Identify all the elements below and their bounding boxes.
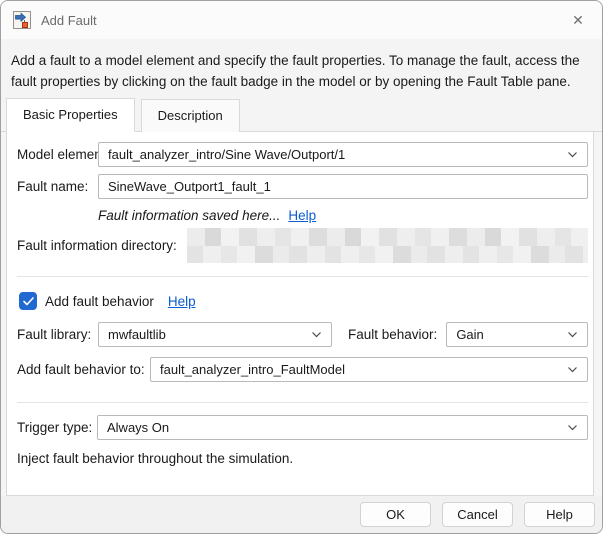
model-element-label: Model element: xyxy=(12,147,98,162)
chevron-down-icon xyxy=(567,151,578,158)
chevron-down-icon xyxy=(311,331,322,338)
help-button[interactable]: Help xyxy=(524,502,595,527)
tab-basic-properties[interactable]: Basic Properties xyxy=(6,98,135,132)
footer-bar: OK Cancel Help xyxy=(1,496,602,533)
add-fault-behavior-to-select[interactable]: fault_analyzer_intro_FaultModel xyxy=(150,357,588,382)
check-icon xyxy=(23,297,34,306)
basic-properties-panel: Model element: fault_analyzer_intro/Sine… xyxy=(6,132,594,496)
add-fault-behavior-label: Add fault behavior xyxy=(45,294,154,309)
fault-info-directory-value-redacted xyxy=(187,228,588,263)
ok-button[interactable]: OK xyxy=(360,502,431,527)
add-fault-behavior-to-label: Add fault behavior to: xyxy=(12,362,150,377)
intro-text: Add a fault to a model element and speci… xyxy=(1,39,602,96)
fault-info-directory-label: Fault information directory: xyxy=(12,238,177,253)
chevron-down-icon xyxy=(567,424,578,431)
tab-description[interactable]: Description xyxy=(141,99,240,132)
trigger-type-label: Trigger type: xyxy=(12,420,97,435)
fault-info-directory-row: Fault information directory: xyxy=(12,228,588,263)
add-fault-dialog: Add Fault ✕ Add a fault to a model eleme… xyxy=(0,0,603,534)
fault-name-label: Fault name: xyxy=(12,179,98,194)
chevron-down-icon xyxy=(567,331,578,338)
trigger-type-select[interactable]: Always On xyxy=(97,415,588,440)
fault-behavior-label: Fault behavior: xyxy=(348,327,437,342)
chevron-down-icon xyxy=(567,366,578,373)
add-fault-behavior-checkbox[interactable] xyxy=(19,292,37,310)
model-element-select[interactable]: fault_analyzer_intro/Sine Wave/Outport/1 xyxy=(98,142,588,167)
fault-library-row: Fault library: mwfaultlib Fault behavior… xyxy=(12,322,588,347)
trigger-type-row: Trigger type: Always On xyxy=(12,415,588,440)
fault-badge-icon xyxy=(13,11,31,29)
fault-info-help-link[interactable]: Help xyxy=(288,208,316,223)
add-fault-behavior-to-row: Add fault behavior to: fault_analyzer_in… xyxy=(12,357,588,382)
fault-name-input[interactable] xyxy=(98,174,588,199)
fault-info-note: Fault information saved here... xyxy=(98,208,280,223)
fault-behavior-value: Gain xyxy=(456,327,483,342)
section-divider xyxy=(17,276,588,277)
tab-bar: Basic Properties Description xyxy=(1,96,602,132)
close-icon[interactable]: ✕ xyxy=(564,7,592,33)
fault-info-note-row: Fault information saved here... Help xyxy=(98,208,588,223)
cancel-button[interactable]: Cancel xyxy=(442,502,513,527)
section-divider xyxy=(17,402,588,403)
trigger-description: Inject fault behavior throughout the sim… xyxy=(12,451,588,466)
title-bar: Add Fault ✕ xyxy=(1,1,602,39)
window-title: Add Fault xyxy=(41,13,564,28)
fault-library-value: mwfaultlib xyxy=(108,327,166,342)
trigger-type-value: Always On xyxy=(107,420,169,435)
add-fault-behavior-to-value: fault_analyzer_intro_FaultModel xyxy=(160,362,345,377)
fault-name-row: Fault name: xyxy=(12,174,588,199)
model-element-value: fault_analyzer_intro/Sine Wave/Outport/1 xyxy=(108,147,345,162)
model-element-row: Model element: fault_analyzer_intro/Sine… xyxy=(12,142,588,167)
fault-library-select[interactable]: mwfaultlib xyxy=(98,322,332,347)
add-fault-behavior-help-link[interactable]: Help xyxy=(168,294,196,309)
fault-library-label: Fault library: xyxy=(12,327,98,342)
fault-behavior-select[interactable]: Gain xyxy=(446,322,588,347)
add-fault-behavior-row: Add fault behavior Help xyxy=(12,292,588,310)
